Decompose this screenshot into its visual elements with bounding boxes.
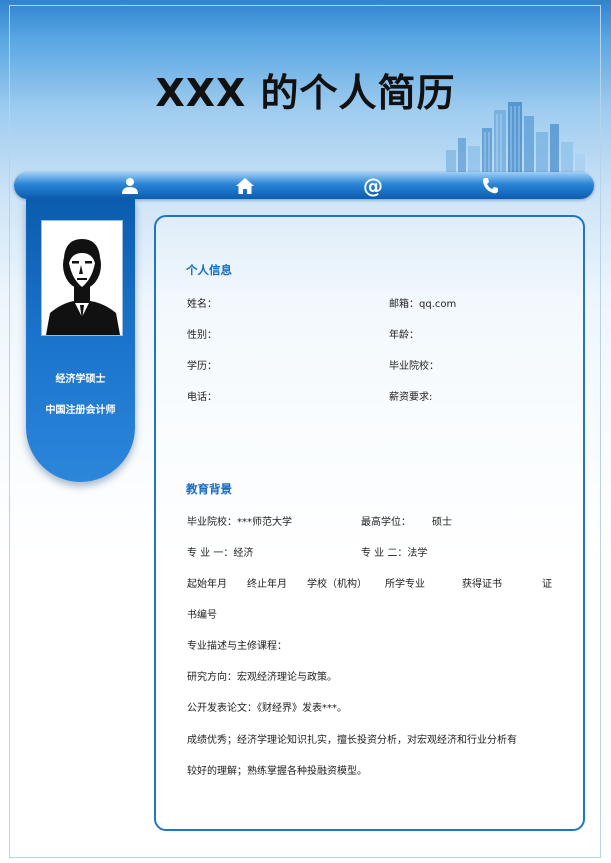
- phone-field: 电话：: [187, 392, 217, 403]
- col-school: 学校（机构）: [307, 579, 367, 590]
- resume-page: XXX 的个人简历 @ 经济学硕士 中国注册会计师 个人信息 姓名： 性别： 学…: [0, 0, 611, 863]
- edu-degree-label: 最高学位：: [361, 517, 411, 528]
- education-heading: 教育背景: [186, 482, 232, 496]
- school-field: 毕业院校：: [389, 361, 439, 372]
- home-icon[interactable]: [234, 175, 256, 196]
- person-icon[interactable]: [119, 175, 141, 196]
- email-field: 邮箱：qq.com: [389, 299, 457, 310]
- edu-school: 毕业院校：***师范大学: [187, 517, 292, 528]
- edu-degree-value: 硕士: [432, 517, 452, 528]
- gender-field: 性别：: [187, 330, 217, 341]
- sidebar-certificate: 中国注册会计师: [45, 405, 116, 416]
- col-cert-number-part1: 证: [542, 579, 552, 590]
- edu-major-2: 专 业 二：法学: [361, 548, 428, 559]
- col-cert-number-part2: 书编号: [187, 610, 217, 621]
- profile-sidebar: 经济学硕士 中国注册会计师: [26, 199, 135, 482]
- edu-courses: 专业描述与主修课程：: [187, 641, 287, 652]
- phone-icon[interactable]: [479, 175, 501, 196]
- at-glyph: @: [363, 173, 383, 198]
- salary-field: 薪资要求:: [389, 392, 433, 403]
- age-field: 年龄：: [389, 330, 419, 341]
- at-icon[interactable]: @: [362, 175, 384, 196]
- education-field: 学历：: [187, 361, 217, 372]
- personal-info-heading: 个人信息: [186, 263, 232, 277]
- edu-research: 研究方向：宏观经济理论与政策。: [187, 672, 337, 683]
- edu-major-1: 专 业 一：经济: [187, 548, 254, 559]
- profile-photo: [41, 220, 123, 336]
- name-field: 姓名：: [187, 299, 217, 310]
- edu-grades-line1: 成绩优秀；经济学理论知识扎实，擅长投资分析，对宏观经济和行业分析有: [187, 735, 517, 746]
- resume-title: XXX 的个人简历: [155, 71, 456, 115]
- edu-paper: 公开发表论文：《财经界》发表***。: [187, 703, 347, 714]
- edu-grades-line2: 较好的理解；熟练掌握各种投融资模型。: [187, 766, 367, 777]
- col-major: 所学专业: [385, 579, 425, 590]
- nav-bar: @: [14, 172, 594, 199]
- col-certificate: 获得证书: [462, 579, 502, 590]
- sidebar-degree: 经济学硕士: [55, 374, 106, 385]
- col-end-date: 终止年月: [247, 579, 287, 590]
- col-start-date: 起始年月: [187, 579, 227, 590]
